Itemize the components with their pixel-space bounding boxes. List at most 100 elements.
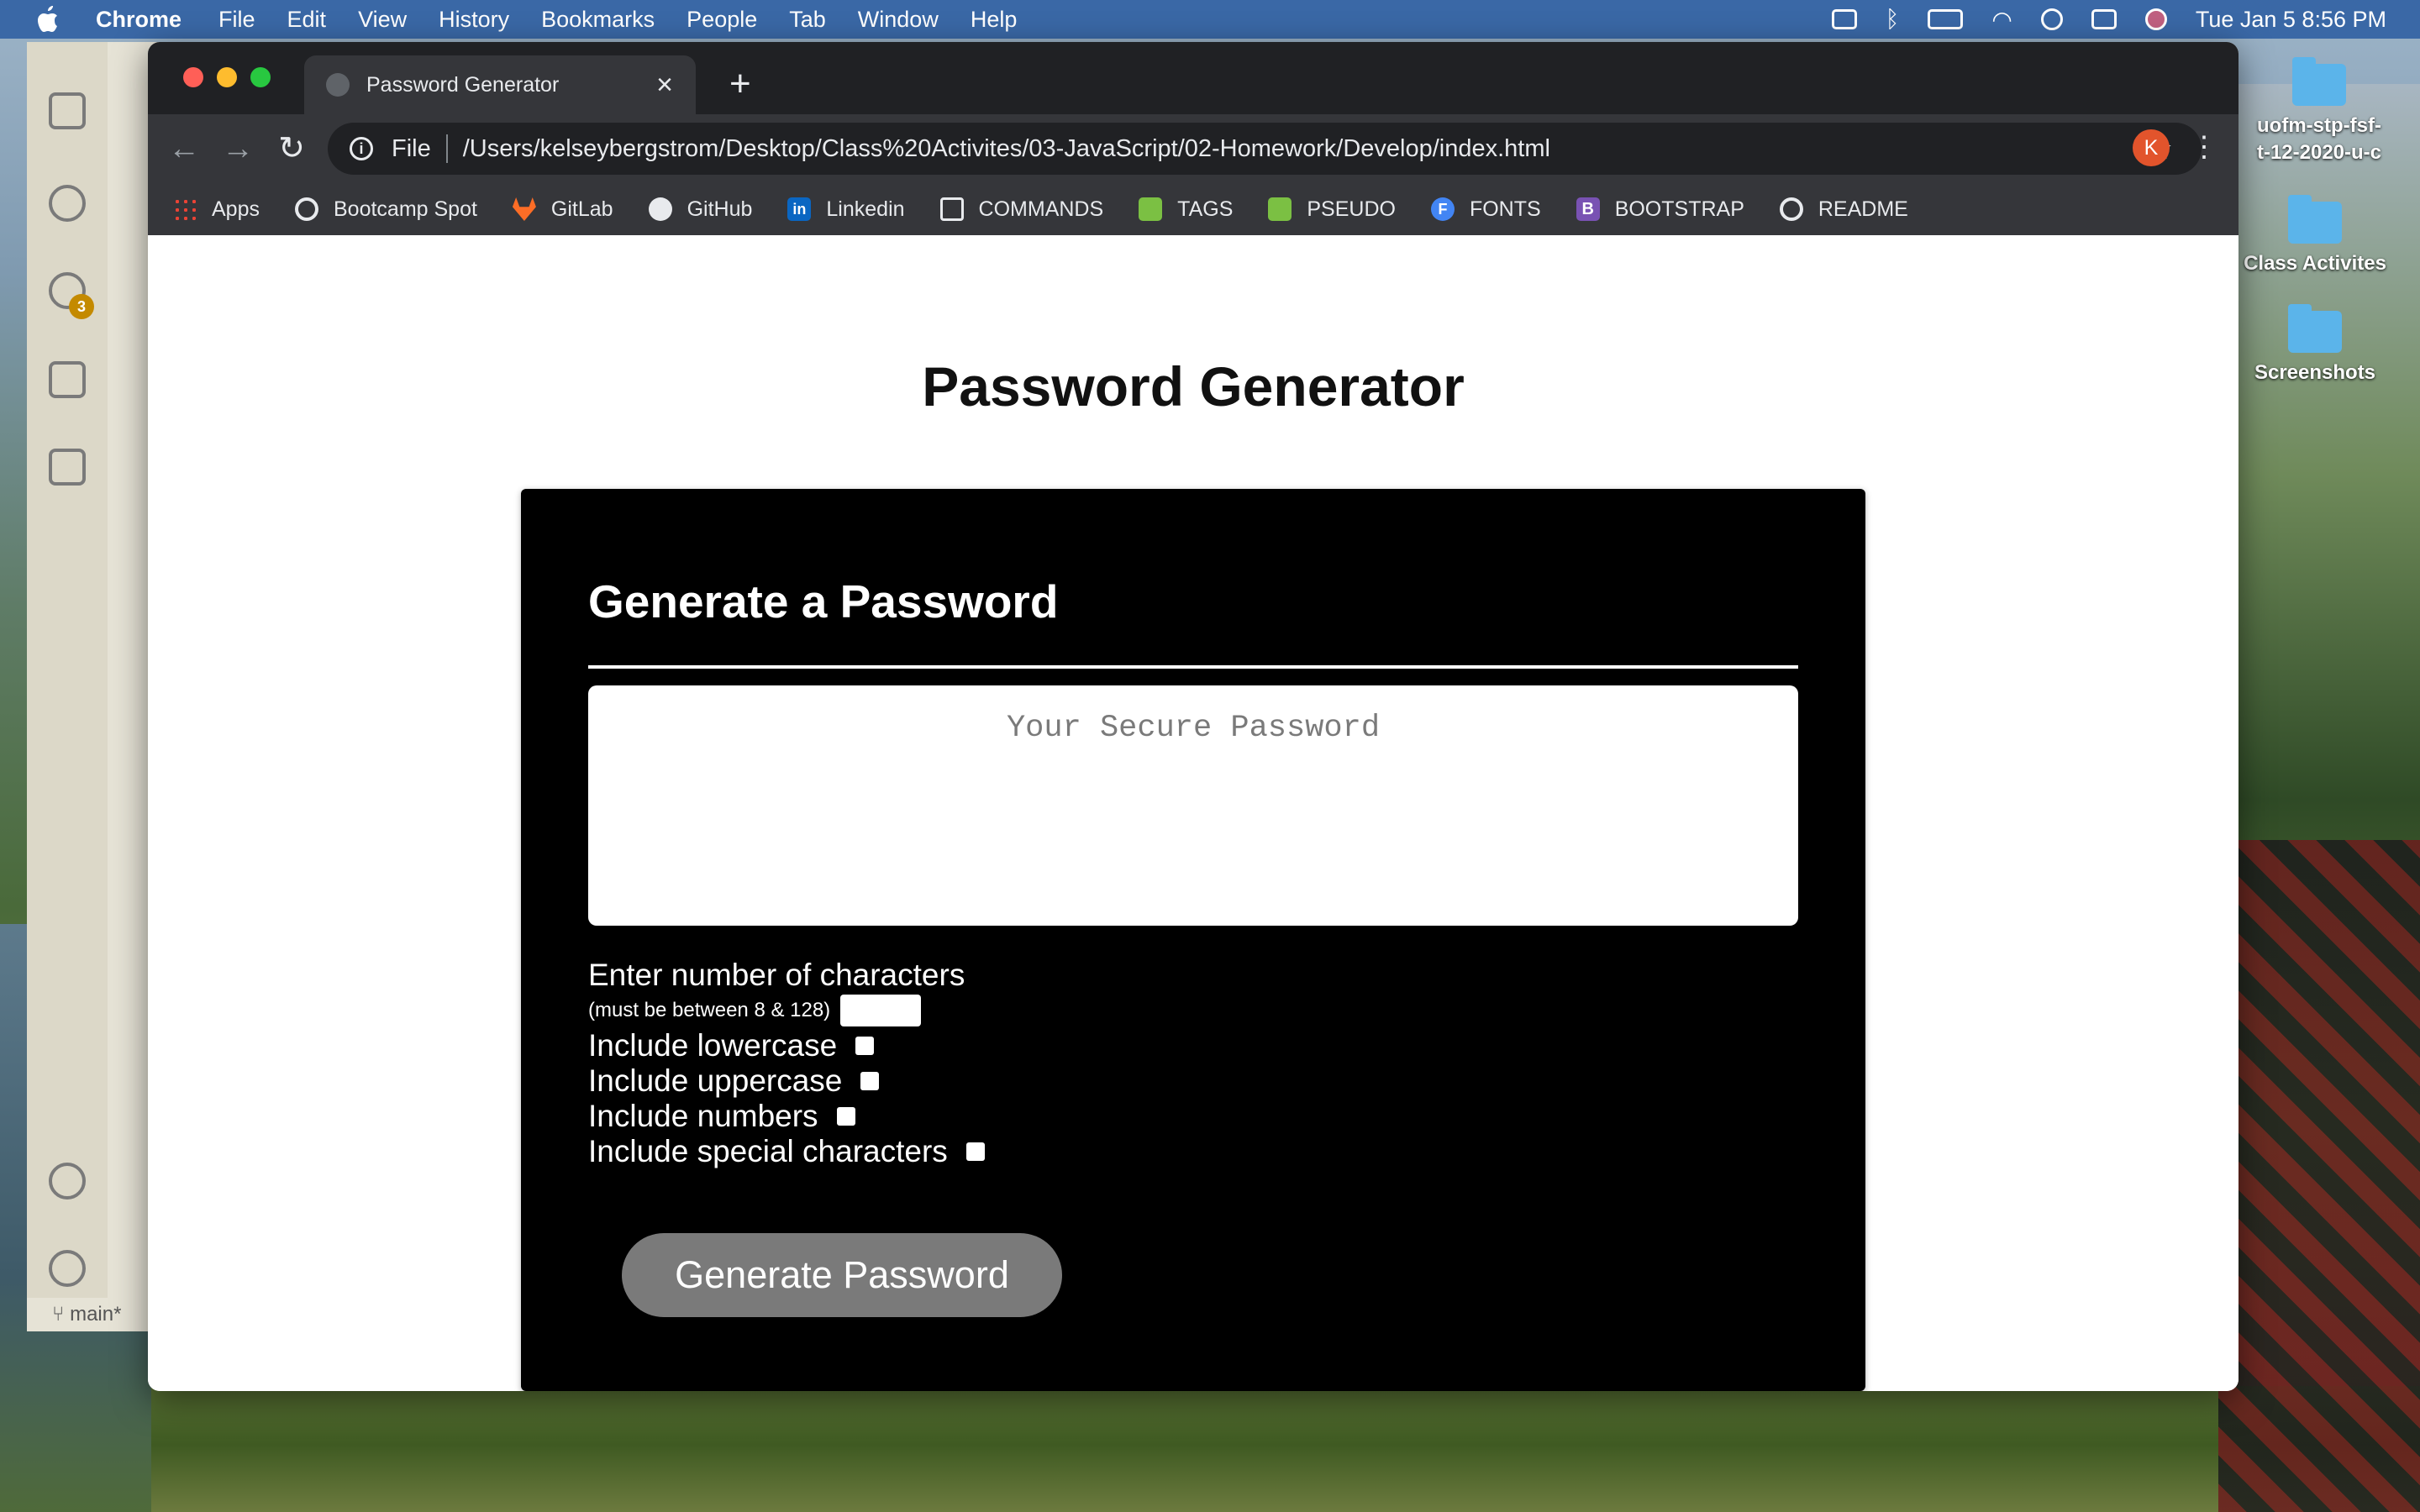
tab-title: Password Generator	[366, 72, 560, 97]
bookmark-label: BOOTSTRAP	[1614, 197, 1744, 221]
bookmark-tags[interactable]: TAGS	[1139, 197, 1233, 222]
bookmark-linkedin[interactable]: in Linkedin	[787, 197, 905, 222]
extensions-icon[interactable]	[49, 449, 86, 486]
option-label: Include special characters	[588, 1134, 948, 1168]
back-arrow-icon[interactable]: ←	[165, 129, 203, 168]
menu-window[interactable]: Window	[858, 7, 939, 33]
apps-grid-icon	[173, 197, 197, 221]
lowercase-checkbox[interactable]	[855, 1037, 875, 1055]
search-icon[interactable]	[49, 185, 86, 222]
bookmark-label: Apps	[212, 197, 260, 221]
menu-view[interactable]: View	[358, 7, 407, 33]
bookmark-commands[interactable]: COMMANDS	[939, 197, 1103, 222]
menu-tab[interactable]: Tab	[789, 7, 826, 33]
bookmark-github[interactable]: GitHub	[648, 197, 753, 222]
password-placeholder: Your Secure Password	[1006, 711, 1381, 746]
control-center-icon[interactable]	[2091, 9, 2117, 29]
reload-icon[interactable]: ↻	[272, 129, 311, 168]
menu-history[interactable]: History	[439, 7, 509, 33]
option-lowercase: Include lowercase	[588, 1028, 985, 1063]
bluetooth-icon[interactable]: ᛒ	[1886, 6, 1900, 33]
desktop-wallpaper-person	[2218, 840, 2420, 1512]
minimize-window-button[interactable]	[217, 67, 237, 87]
profile-avatar[interactable]: K	[2133, 129, 2170, 166]
forward-arrow-icon[interactable]: →	[218, 129, 257, 168]
generate-password-button[interactable]: Generate Password	[622, 1233, 1062, 1317]
menu-bookmarks[interactable]: Bookmarks	[541, 7, 655, 33]
option-label: Include uppercase	[588, 1063, 843, 1098]
bookmark-label: GitHub	[687, 197, 753, 221]
bookmark-label: TAGS	[1177, 197, 1234, 221]
desktop-folder-uofm[interactable]: uofm-stp-fsf- t-12-2020-u-c	[2227, 57, 2412, 166]
bookmark-label: GitLab	[550, 197, 613, 221]
explorer-icon[interactable]	[49, 92, 86, 129]
length-input[interactable]	[840, 995, 922, 1026]
option-numbers: Include numbers	[588, 1099, 985, 1134]
bookmark-pseudo[interactable]: PSEUDO	[1268, 197, 1396, 222]
more-menu-icon[interactable]: ⋮	[2190, 126, 2218, 168]
site-info-icon[interactable]: i	[350, 137, 373, 160]
url-separator	[445, 134, 448, 163]
url-scheme: File	[392, 134, 431, 162]
vscode-window[interactable]: 3 ⑂ main*	[27, 42, 161, 1331]
terminal-icon	[939, 197, 964, 221]
menu-people[interactable]: People	[687, 7, 757, 33]
bookmark-fonts[interactable]: F FONTS	[1430, 197, 1541, 222]
browser-tab-active[interactable]: Password Generator ×	[304, 55, 696, 114]
pseudo-icon	[1268, 197, 1292, 221]
length-hint-row: (must be between 8 & 128)	[588, 993, 985, 1028]
address-bar[interactable]: i File /Users/kelseybergstrom/Desktop/Cl…	[328, 123, 2202, 175]
github-icon	[648, 197, 672, 221]
numbers-checkbox[interactable]	[836, 1107, 855, 1126]
bookmark-label: Bootcamp Spot	[333, 197, 477, 221]
bookmark-label: PSEUDO	[1307, 197, 1396, 221]
spotlight-search-icon[interactable]	[2040, 8, 2063, 30]
bookmark-label: FONTS	[1469, 197, 1541, 221]
option-label: Include numbers	[588, 1099, 818, 1133]
special-characters-checkbox[interactable]	[965, 1142, 985, 1161]
password-output[interactable]: Your Secure Password	[588, 685, 1798, 926]
bookmark-apps[interactable]: Apps	[173, 197, 260, 222]
battery-icon[interactable]	[1928, 9, 1964, 29]
option-special-characters: Include special characters	[588, 1134, 985, 1169]
menubar-datetime[interactable]: Tue Jan 5 8:56 PM	[2196, 7, 2386, 33]
new-tab-button[interactable]: +	[729, 66, 751, 102]
source-control-badge: 3	[69, 294, 94, 319]
vscode-activity-bar: 3	[27, 42, 108, 1298]
fonts-icon: F	[1430, 197, 1455, 221]
accounts-icon[interactable]	[49, 1163, 86, 1200]
chrome-window: Password Generator × + ← → ↻ i File /Use…	[148, 42, 2238, 1391]
close-tab-icon[interactable]: ×	[650, 71, 679, 99]
run-debug-icon[interactable]	[49, 361, 86, 398]
close-window-button[interactable]	[183, 67, 203, 87]
siri-icon[interactable]	[2144, 8, 2167, 30]
desktop-wallpaper-grass	[151, 1378, 2420, 1512]
apple-logo-icon[interactable]	[34, 5, 59, 34]
password-options: Enter number of characters (must be betw…	[588, 958, 985, 1169]
menu-app-name[interactable]: Chrome	[96, 7, 182, 33]
folder-icon	[2288, 304, 2342, 353]
desktop-folder-class-activites[interactable]: Class Activites	[2223, 195, 2407, 277]
bookmark-bootcamp-spot[interactable]: Bootcamp Spot	[294, 197, 477, 222]
desktop-folder-screenshots[interactable]: Screenshots	[2223, 304, 2407, 386]
menu-edit[interactable]: Edit	[287, 7, 327, 33]
web-page: Password Generator Generate a Password Y…	[148, 235, 2238, 1391]
gear-icon[interactable]	[49, 1250, 86, 1287]
uppercase-checkbox[interactable]	[860, 1072, 880, 1090]
macos-menubar: Chrome File Edit View History Bookmarks …	[0, 0, 2420, 39]
wifi-icon[interactable]: ◠	[1991, 6, 2012, 34]
vscode-status-branch[interactable]: ⑂ main*	[27, 1298, 161, 1331]
zoom-icon[interactable]	[1831, 9, 1857, 29]
branch-icon: ⑂	[52, 1303, 71, 1326]
gitlab-icon	[512, 197, 536, 221]
menu-file[interactable]: File	[218, 7, 255, 33]
bookmark-bootstrap[interactable]: B BOOTSTRAP	[1576, 197, 1744, 222]
bookmark-gitlab[interactable]: GitLab	[512, 197, 613, 222]
desktop-folder-label: Class Activites	[2244, 252, 2386, 275]
zoom-window-button[interactable]	[250, 67, 271, 87]
menu-help[interactable]: Help	[971, 7, 1018, 33]
url-text[interactable]: /Users/kelseybergstrom/Desktop/Class%20A…	[463, 135, 1550, 163]
desktop-folder-label: Screenshots	[2254, 361, 2376, 384]
bookmark-readme[interactable]: README	[1779, 197, 1908, 222]
chrome-titlebar: Password Generator × +	[148, 42, 2238, 114]
